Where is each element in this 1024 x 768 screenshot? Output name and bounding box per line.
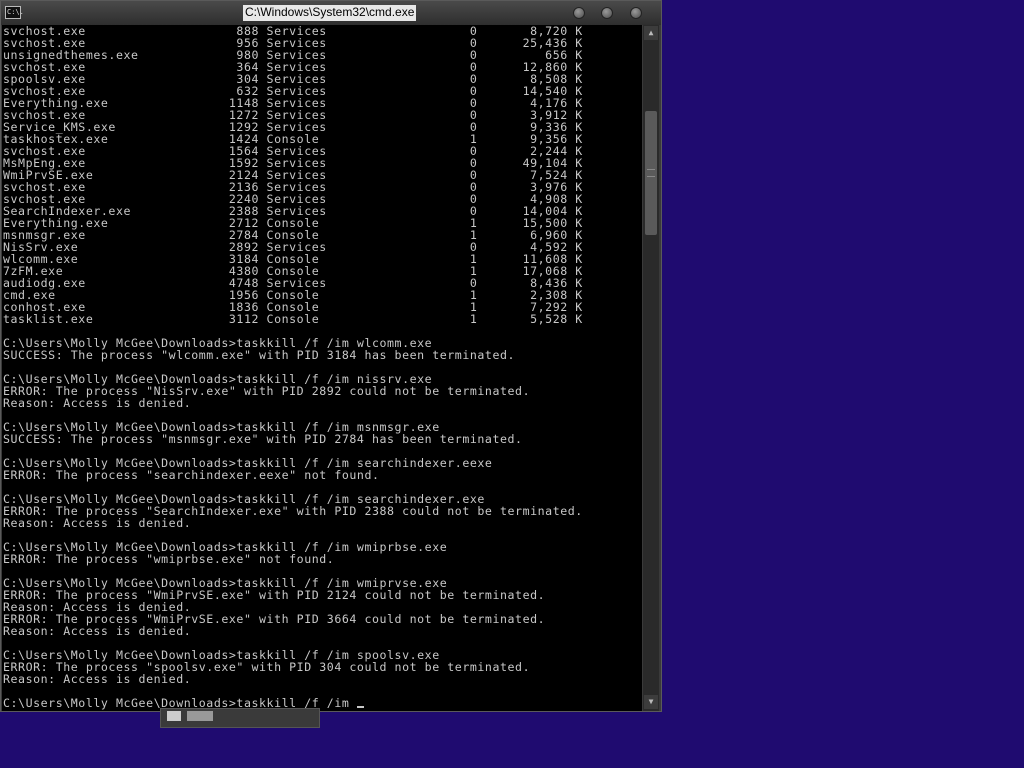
cmd-app-icon[interactable]: C:\.	[5, 6, 24, 19]
console-line: ERROR: The process "wmiprbse.exe" not fo…	[3, 552, 335, 566]
console-line: ERROR: The process "searchindexer.eexe" …	[3, 468, 380, 482]
scrollbar-grip-icon	[647, 169, 655, 177]
scroll-up-arrow-icon[interactable]: ▲	[644, 26, 658, 40]
text-cursor-icon	[356, 706, 364, 708]
console-line: Reason: Access is denied.	[3, 396, 192, 410]
console-line: SUCCESS: The process "msnmsgr.exe" with …	[3, 432, 523, 446]
console-line: Reason: Access is denied.	[3, 516, 192, 530]
process-row: tasklist.exe 3112 Console 1 5,528 K	[3, 312, 583, 326]
close-button[interactable]	[630, 7, 642, 19]
thumbnail-label-icon	[187, 711, 213, 721]
console-line: SUCCESS: The process "wlcomm.exe" with P…	[3, 348, 516, 362]
command-prompt-window[interactable]: C:\. C:\Windows\System32\cmd.exe svchost…	[0, 0, 662, 712]
maximize-button[interactable]	[601, 7, 613, 19]
scrollbar-thumb[interactable]	[645, 111, 657, 235]
console-line: Reason: Access is denied.	[3, 672, 192, 686]
thumbnail-icon	[167, 711, 181, 721]
scroll-down-arrow-icon[interactable]: ▼	[644, 695, 658, 709]
minimize-button[interactable]	[573, 7, 585, 19]
desktop-background: C:\. C:\Windows\System32\cmd.exe svchost…	[0, 0, 1024, 768]
console-line: Reason: Access is denied.	[3, 624, 192, 638]
taskbar-thumbnail[interactable]	[160, 708, 320, 728]
vertical-scrollbar[interactable]: ▲ ▼	[643, 25, 659, 711]
console-lines: svchost.exe 888 Services 0 8,720 Ksvchos…	[3, 25, 583, 709]
window-title: C:\Windows\System32\cmd.exe	[243, 5, 417, 21]
console-output-area[interactable]: svchost.exe 888 Services 0 8,720 Ksvchos…	[2, 25, 642, 711]
window-titlebar[interactable]: C:\. C:\Windows\System32\cmd.exe	[1, 1, 661, 25]
